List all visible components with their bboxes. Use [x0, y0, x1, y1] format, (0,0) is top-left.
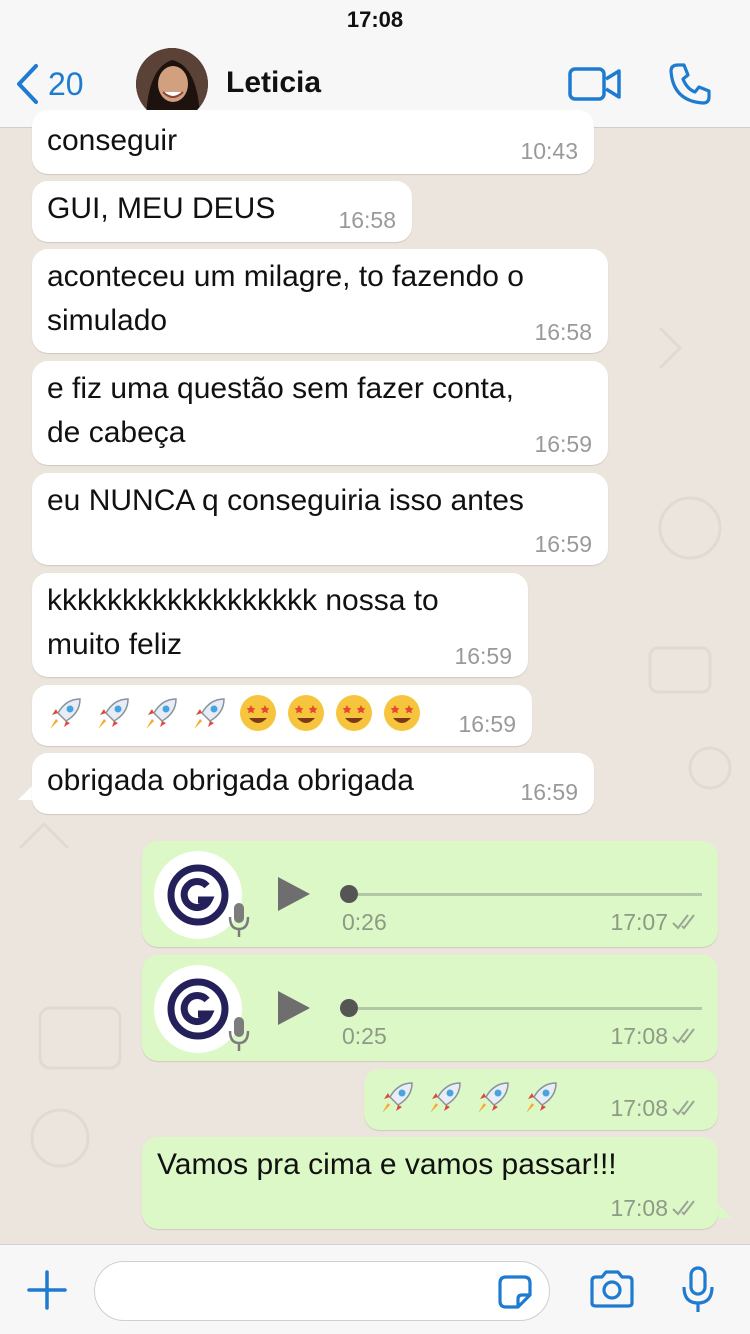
- camera-button[interactable]: [588, 1269, 636, 1314]
- message-bubble-outgoing[interactable]: Vamos pra cima e vamos passar!!! 17:08: [142, 1137, 718, 1229]
- rocket-emoji: [50, 698, 81, 729]
- plus-icon: [27, 1270, 67, 1310]
- emoji-row: [378, 1077, 562, 1117]
- message-bubble-incoming[interactable]: conseguir 10:43: [32, 110, 594, 174]
- message-bubble-incoming[interactable]: GUI, MEU DEUS 16:58: [32, 181, 412, 242]
- message-text: obrigada obrigada obrigada: [47, 764, 414, 797]
- star-struck-emoji: [384, 695, 420, 731]
- message-text: simulado: [47, 304, 168, 337]
- play-icon[interactable]: [276, 989, 312, 1027]
- message-bubble-outgoing[interactable]: 17:08: [364, 1069, 718, 1130]
- play-icon[interactable]: [276, 875, 312, 913]
- audio-duration: 0:25: [342, 1023, 387, 1049]
- audio-progress-track[interactable]: [342, 1007, 702, 1010]
- message-time: 16:59: [534, 431, 592, 457]
- voice-message-outgoing[interactable]: 0:26 17:07: [142, 841, 718, 947]
- rocket-emoji: [430, 1082, 461, 1113]
- message-bubble-incoming[interactable]: obrigada obrigada obrigada 16:59: [32, 753, 594, 814]
- contact-name[interactable]: Leticia: [226, 66, 321, 100]
- message-bubble-incoming[interactable]: 16:59: [32, 685, 532, 746]
- double-check-icon: [672, 1200, 695, 1216]
- message-input[interactable]: [94, 1261, 550, 1321]
- message-time: 16:59: [534, 531, 592, 557]
- message-time: 10:43: [520, 138, 578, 164]
- message-time: 16:59: [458, 711, 516, 737]
- video-call-button[interactable]: [568, 66, 622, 107]
- message-time: 17:07: [610, 909, 668, 935]
- message-time: 17:08: [610, 1023, 668, 1049]
- composer-bar: [0, 1244, 750, 1334]
- voice-message-outgoing[interactable]: 0:25 17:08: [142, 955, 718, 1061]
- message-time: 17:08: [610, 1195, 668, 1221]
- rocket-emoji: [146, 698, 177, 729]
- spiral-logo-icon: [167, 978, 229, 1040]
- message-time-status: 17:08: [610, 1095, 702, 1122]
- camera-icon: [590, 1270, 634, 1308]
- rocket-emoji: [382, 1082, 413, 1113]
- message-time: 16:58: [338, 207, 396, 233]
- message-text: Vamos pra cima e vamos passar!!!: [157, 1148, 617, 1181]
- message-bubble-incoming[interactable]: eu NUNCA q conseguiria isso antes 16:59: [32, 473, 608, 565]
- message-bubble-incoming[interactable]: aconteceu um milagre, to fazendo o simul…: [32, 249, 608, 353]
- back-button[interactable]: 20: [14, 58, 84, 110]
- audio-duration: 0:26: [342, 909, 387, 935]
- back-count: 20: [48, 65, 84, 102]
- message-text: de cabeça: [47, 416, 186, 449]
- microphone-icon: [682, 1266, 714, 1312]
- double-check-icon: [672, 1028, 695, 1044]
- star-struck-emoji: [336, 695, 372, 731]
- audio-progress-knob[interactable]: [340, 885, 358, 903]
- message-bubble-incoming[interactable]: kkkkkkkkkkkkkkkkkk nossa to muito feliz …: [32, 573, 528, 677]
- status-bar: 17:08: [0, 0, 750, 40]
- star-struck-emoji: [240, 695, 276, 731]
- rocket-emoji: [526, 1082, 557, 1113]
- voice-record-button[interactable]: [680, 1265, 716, 1320]
- message-text: muito feliz: [47, 628, 183, 661]
- rocket-emoji: [478, 1082, 509, 1113]
- message-time-status: 17:08: [610, 1195, 702, 1222]
- attach-button[interactable]: [26, 1269, 68, 1316]
- message-time-status: 17:07: [610, 909, 702, 936]
- star-struck-emoji: [288, 695, 324, 731]
- message-time: 16:59: [520, 779, 578, 805]
- message-time: 16:59: [454, 643, 512, 669]
- message-text: eu NUNCA q conseguiria isso antes: [47, 484, 524, 517]
- double-check-icon: [672, 914, 695, 930]
- message-text: e fiz uma questão sem fazer conta,: [47, 372, 514, 405]
- message-bubble-incoming[interactable]: e fiz uma questão sem fazer conta, de ca…: [32, 361, 608, 465]
- emoji-row: [46, 693, 422, 733]
- voice-call-button[interactable]: [668, 62, 712, 111]
- rocket-emoji: [194, 698, 225, 729]
- phone-icon: [669, 63, 711, 105]
- audio-progress-knob[interactable]: [340, 999, 358, 1017]
- chevron-left-icon: [17, 64, 38, 104]
- double-check-icon: [672, 1100, 695, 1116]
- message-text: conseguir: [47, 124, 178, 157]
- message-time: 16:58: [534, 319, 592, 345]
- message-text: kkkkkkkkkkkkkkkkkk nossa to: [47, 584, 439, 617]
- sticker-icon: [498, 1275, 532, 1309]
- spiral-logo-icon: [167, 864, 229, 926]
- rocket-emoji: [98, 698, 129, 729]
- sticker-button[interactable]: [496, 1273, 534, 1316]
- message-text: GUI, MEU DEUS: [47, 192, 276, 225]
- message-text: aconteceu um milagre, to fazendo o: [47, 260, 524, 293]
- message-time: 17:08: [610, 1095, 668, 1121]
- microphone-icon: [228, 903, 250, 937]
- status-time: 17:08: [346, 7, 404, 32]
- microphone-icon: [228, 1017, 250, 1051]
- video-camera-icon: [568, 67, 621, 101]
- message-time-status: 17:08: [610, 1023, 702, 1050]
- audio-progress-track[interactable]: [342, 893, 702, 896]
